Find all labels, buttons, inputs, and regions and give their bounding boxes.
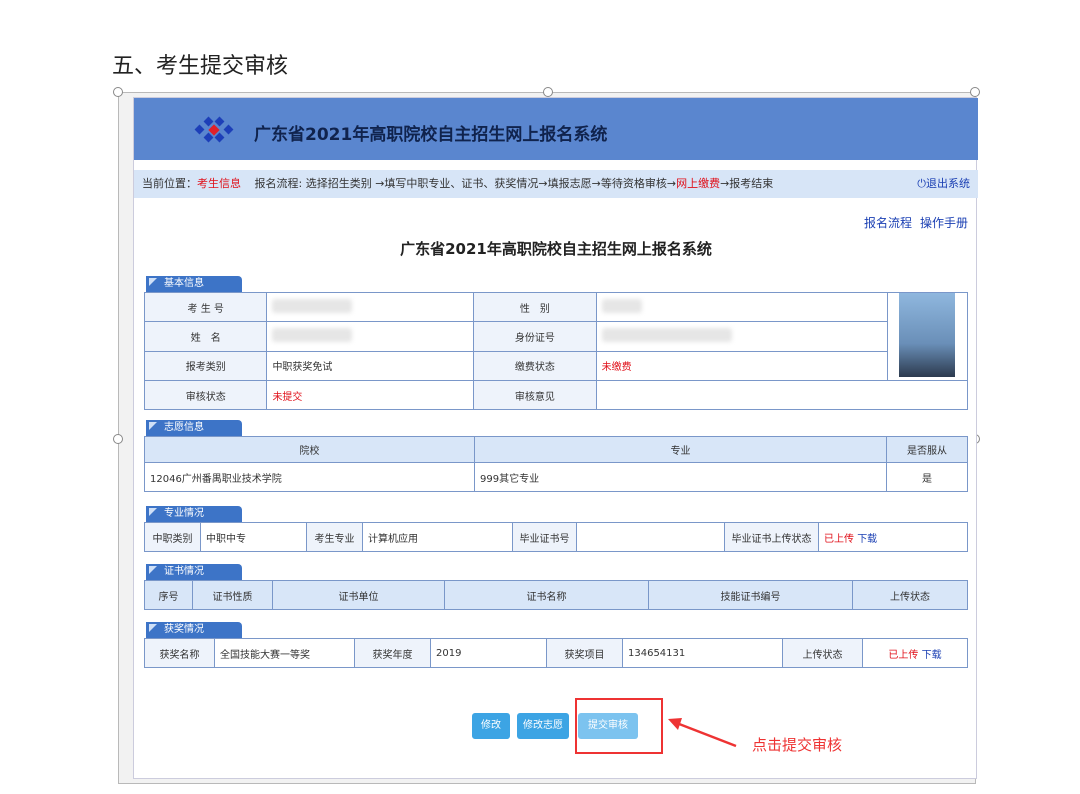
basic-info-table: 考 生 号 性 别 姓 名 身份证号 报考类别 中职获奖免试 缴费状态 未缴费 … [143, 291, 969, 410]
major-download-link[interactable]: 下载 [857, 534, 877, 545]
blurred-value [272, 327, 353, 342]
section-tab-basic: 基本信息 [146, 276, 242, 292]
award-cell-3: 2019 [430, 638, 547, 668]
name-label: 姓 名 [143, 321, 268, 352]
award-cell-2: 获奖年度 [354, 638, 431, 668]
review-label: 审核状态 [143, 380, 268, 410]
major-upload-cell: 已上传 下载 [818, 522, 968, 552]
major-uploaded: 已上传 [824, 533, 854, 545]
opinion-value [595, 380, 969, 410]
highlight-box [575, 698, 663, 754]
award-cell-0: 获奖名称 [144, 638, 215, 668]
category-label: 报考类别 [143, 350, 268, 382]
cert-header-1: 证书性质 [192, 580, 273, 610]
wish-obey: 是 [886, 462, 968, 492]
wish-header-obey: 是否服从 [886, 436, 968, 463]
header-banner: 广东省2021年高职院校自主招生网上报名系统 [134, 98, 978, 160]
blurred-value [272, 298, 353, 313]
opinion-label: 审核意见 [473, 380, 597, 410]
position-label: 当前位置： [142, 177, 197, 190]
exam-no-label: 考 生 号 [143, 291, 268, 323]
cert-table: 序号 证书性质 证书单位 证书名称 技能证书编号 上传状态 [144, 580, 968, 610]
callout-text: 点击提交审核 [752, 736, 843, 754]
photo-cell [886, 292, 969, 381]
award-upload-cell: 已上传 下载 [862, 638, 968, 668]
document-heading: 五、考生提交审核 [112, 54, 289, 79]
breadcrumb: 当前位置：考生信息 报名流程: 选择招生类别 →填写中职专业、证书、获奖情况→填… [134, 170, 978, 198]
resize-handle-top-left[interactable] [113, 87, 123, 97]
section-tab-cert: 证书情况 [146, 564, 242, 580]
major-cell-5 [576, 522, 725, 552]
exam-no-value [266, 291, 475, 323]
position-value[interactable]: 考生信息 [197, 177, 241, 190]
wish-school: 12046广州番禺职业技术学院 [144, 462, 475, 492]
power-icon: ⏻ [917, 177, 926, 190]
payment-value: 未缴费 [595, 350, 888, 382]
cert-header-3: 证书名称 [444, 580, 649, 610]
avatar [899, 293, 956, 377]
gender-label: 性 别 [473, 291, 597, 323]
cert-header-4: 技能证书编号 [648, 580, 853, 610]
cert-header-0: 序号 [144, 580, 193, 610]
flow-payment[interactable]: 网上缴费 [676, 177, 720, 190]
wish-table: 院校 专业 是否服从 12046广州番禺职业技术学院 999其它专业 是 [144, 436, 968, 492]
resize-handle-top-center[interactable] [543, 87, 553, 97]
arrow-icon [668, 718, 737, 748]
major-cell-1: 中职中专 [200, 522, 307, 552]
id-label: 身份证号 [473, 321, 597, 352]
payment-label: 缴费状态 [473, 350, 597, 382]
category-value: 中职获奖免试 [266, 350, 475, 382]
process-link[interactable]: 报名流程 [864, 216, 912, 230]
logout-button[interactable]: ⏻退出系统 [917, 170, 970, 198]
name-value [266, 321, 475, 352]
flow-suffix: →报考结束 [720, 177, 774, 190]
section-tab-major: 专业情况 [146, 506, 242, 522]
gender-value [595, 291, 888, 323]
major-cell-4: 毕业证书号 [512, 522, 577, 552]
modify-wish-button[interactable]: 修改志愿 [517, 713, 569, 739]
help-links: 报名流程 操作手册 [856, 214, 968, 231]
logout-label: 退出系统 [926, 177, 970, 190]
section-tab-award: 获奖情况 [146, 622, 242, 638]
section-tab-wish: 志愿信息 [146, 420, 242, 436]
award-table: 获奖名称 全国技能大赛一等奖 获奖年度 2019 获奖项目 134654131 … [144, 638, 968, 668]
banner-title: 广东省2021年高职院校自主招生网上报名系统 [254, 125, 608, 145]
resize-handle-middle-left[interactable] [113, 434, 123, 444]
embedded-screenshot: 广东省2021年高职院校自主招生网上报名系统 当前位置：考生信息 报名流程: 选… [133, 97, 978, 779]
award-cell-4: 获奖项目 [546, 638, 623, 668]
award-cell-6: 上传状态 [782, 638, 863, 668]
review-value: 未提交 [266, 380, 475, 410]
major-cell-3: 计算机应用 [362, 522, 513, 552]
modify-button[interactable]: 修改 [472, 713, 510, 739]
id-value [595, 321, 888, 352]
wish-header-major: 专业 [474, 436, 887, 463]
wish-major: 999其它专业 [474, 462, 887, 492]
cert-header-2: 证书单位 [272, 580, 445, 610]
logo-icon [194, 116, 234, 143]
major-cell-0: 中职类别 [144, 522, 201, 552]
blurred-value [601, 298, 642, 313]
flow-prefix: 报名流程: 选择招生类别 →填写中职专业、证书、获奖情况→填报志愿→等待资格审核… [254, 177, 677, 190]
award-download-link[interactable]: 下载 [922, 650, 942, 661]
award-cell-1: 全国技能大赛一等奖 [214, 638, 355, 668]
page-title: 广东省2021年高职院校自主招生网上报名系统 [400, 240, 712, 258]
blurred-value [601, 327, 732, 342]
major-cell-2: 考生专业 [306, 522, 363, 552]
award-cell-5: 134654131 [622, 638, 783, 668]
wish-header-school: 院校 [144, 436, 475, 463]
major-cell-6: 毕业证书上传状态 [724, 522, 819, 552]
cert-header-5: 上传状态 [852, 580, 968, 610]
manual-link[interactable]: 操作手册 [920, 216, 968, 230]
major-table: 中职类别 中职中专 考生专业 计算机应用 毕业证书号 毕业证书上传状态 已上传 … [144, 522, 968, 552]
resize-handle-top-right[interactable] [970, 87, 980, 97]
award-uploaded: 已上传 [888, 649, 919, 661]
